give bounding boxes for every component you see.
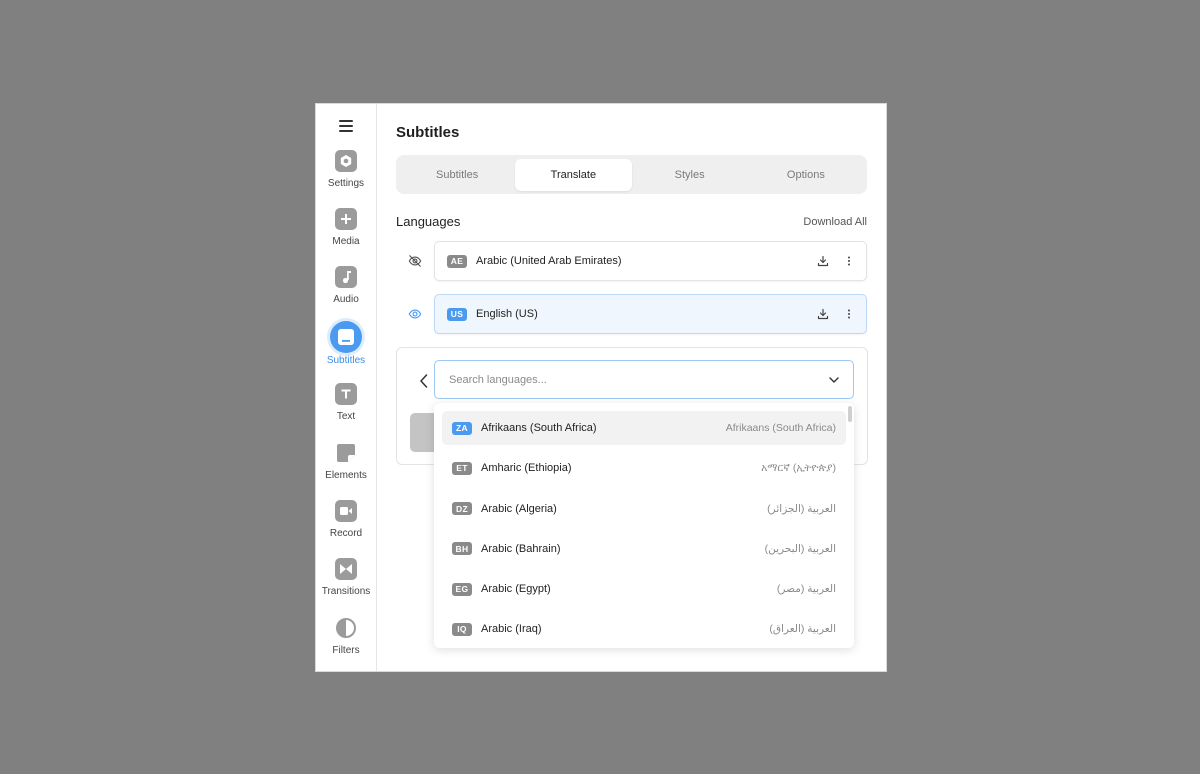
option-native-name: العربية (البحرين): [764, 542, 836, 555]
country-code-badge: IQ: [452, 622, 472, 636]
sidebar-item-audio[interactable]: Audio: [316, 262, 377, 320]
country-code-badge: AE: [447, 254, 467, 268]
sidebar-item-label: Elements: [325, 469, 367, 481]
language-dropdown: ZA Afrikaans (South Africa) Afrikaans (S…: [434, 403, 854, 648]
plus-icon: [335, 208, 357, 231]
option-name: Arabic (Algeria): [481, 502, 557, 515]
sidebar-item-text[interactable]: Text: [316, 379, 377, 437]
subtitles-icon: [330, 320, 362, 353]
chevron-left-icon[interactable]: [419, 373, 429, 394]
sidebar-item-transitions[interactable]: Transitions: [316, 554, 377, 612]
sidebar-item-label: Transitions: [321, 586, 371, 598]
settings-icon: [335, 149, 357, 172]
country-code-badge: BH: [452, 542, 472, 556]
sidebar-item-label: Settings: [327, 177, 365, 189]
option-name: Afrikaans (South Africa): [481, 422, 597, 434]
sidebar-item-label: Audio: [333, 294, 359, 306]
download-all-button[interactable]: Download All: [803, 216, 867, 228]
dropdown-option[interactable]: IQ Arabic (Iraq) العربية (العراق): [442, 612, 846, 646]
more-options-icon[interactable]: [842, 254, 856, 268]
transitions-icon: [335, 558, 357, 581]
dropdown-option[interactable]: EG Arabic (Egypt) العربية (مصر): [442, 572, 846, 606]
sidebar-item-label: Text: [336, 411, 356, 423]
tab-bar: Subtitles Translate Styles Options: [396, 155, 867, 194]
sidebar-item-record[interactable]: Record: [316, 496, 377, 554]
record-icon: [335, 499, 357, 522]
sidebar-item-settings[interactable]: Settings: [316, 146, 377, 204]
more-options-icon[interactable]: [842, 307, 856, 321]
tab-translate[interactable]: Translate: [515, 158, 632, 191]
option-name: Arabic (Egypt): [481, 583, 551, 596]
sidebar-item-filters[interactable]: Filters: [316, 613, 377, 671]
dropdown-option[interactable]: ZA Afrikaans (South Africa) Afrikaans (S…: [442, 411, 846, 445]
scrollbar[interactable]: [848, 406, 852, 422]
sidebar-item-label: Media: [332, 236, 360, 248]
sidebar-item-label: Record: [329, 527, 363, 539]
option-native-name: العربية (العراق): [769, 623, 836, 636]
sidebar: Settings Media Audio Subtitles Text Elem…: [316, 104, 377, 671]
option-name: Arabic (Iraq): [481, 623, 542, 636]
chevron-down-icon[interactable]: [829, 376, 839, 383]
option-name: Arabic (Bahrain): [481, 542, 561, 555]
menu-icon[interactable]: [339, 120, 353, 132]
country-code-badge: DZ: [452, 502, 472, 516]
download-icon[interactable]: [816, 307, 830, 321]
music-note-icon: [335, 266, 357, 289]
language-name: Arabic (United Arab Emirates): [476, 255, 622, 267]
sidebar-item-media[interactable]: Media: [316, 204, 377, 262]
option-native-name: العربية (مصر): [776, 583, 836, 596]
tab-options[interactable]: Options: [748, 159, 864, 191]
search-input[interactable]: [449, 373, 829, 386]
option-native-name: العربية (الجزائر): [767, 502, 836, 515]
language-name: English (US): [476, 308, 538, 320]
sidebar-item-subtitles[interactable]: Subtitles: [316, 320, 377, 379]
option-native-name: Afrikaans (South Africa): [725, 422, 836, 434]
elements-icon: [335, 442, 357, 464]
option-native-name: አማርኛ (ኢትዮጵያ): [761, 461, 836, 474]
languages-header: Languages Download All: [396, 214, 867, 229]
country-code-badge: US: [447, 307, 467, 321]
country-code-badge: ZA: [452, 421, 472, 435]
languages-title: Languages: [396, 214, 461, 229]
dropdown-option[interactable]: ET Amharic (Ethiopia) አማርኛ (ኢትዮጵያ): [442, 451, 846, 485]
page-title: Subtitles: [396, 124, 460, 141]
sidebar-item-label: Filters: [332, 644, 360, 656]
language-row: US English (US): [396, 294, 867, 334]
sidebar-item-elements[interactable]: Elements: [316, 438, 377, 496]
country-code-badge: ET: [452, 461, 472, 475]
eye-off-icon[interactable]: [396, 254, 434, 268]
language-search[interactable]: [434, 360, 854, 399]
sidebar-item-label: Subtitles: [326, 354, 366, 366]
country-code-badge: EG: [452, 582, 472, 596]
dropdown-option[interactable]: DZ Arabic (Algeria) العربية (الجزائر): [442, 492, 846, 526]
option-name: Amharic (Ethiopia): [481, 462, 572, 475]
language-card[interactable]: US English (US): [434, 294, 867, 334]
download-icon[interactable]: [816, 254, 830, 268]
eye-icon[interactable]: [396, 307, 434, 321]
filters-icon: [335, 617, 357, 639]
tab-subtitles[interactable]: Subtitles: [399, 159, 515, 191]
tab-styles[interactable]: Styles: [632, 159, 748, 191]
language-card[interactable]: AE Arabic (United Arab Emirates): [434, 241, 867, 281]
dropdown-option[interactable]: BH Arabic (Bahrain) العربية (البحرين): [442, 532, 846, 566]
language-row: AE Arabic (United Arab Emirates): [396, 241, 867, 281]
text-icon: [335, 383, 357, 406]
